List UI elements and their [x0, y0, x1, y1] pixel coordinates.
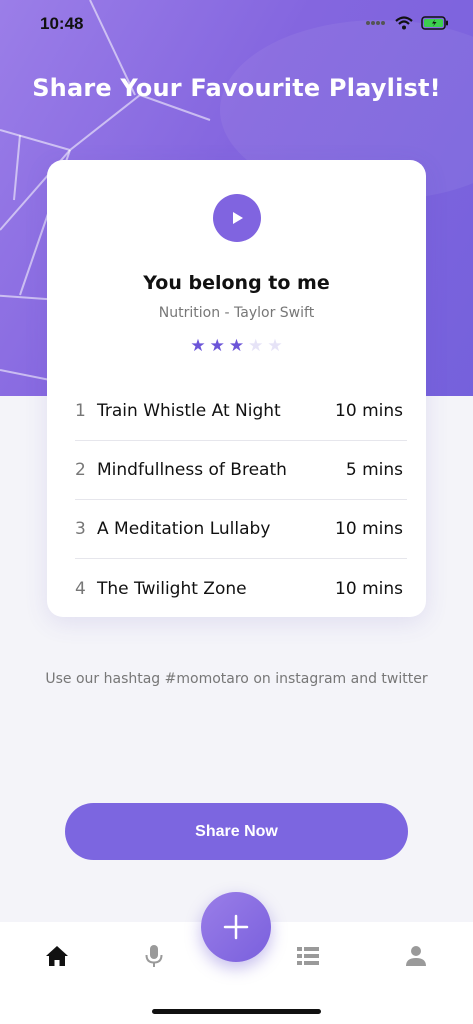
status-bar: 10:48 [0, 0, 473, 50]
playlist-card: You belong to me Nutrition - Taylor Swif… [47, 160, 426, 617]
tab-record[interactable] [140, 942, 168, 970]
track-name: Mindfullness of Breath [97, 460, 287, 480]
profile-icon [406, 946, 426, 966]
star-filled-icon[interactable]: ★ [229, 338, 244, 355]
status-icons [365, 16, 449, 30]
hashtag-note: Use our hashtag #momotaro on instagram a… [45, 671, 428, 687]
track-duration: 10 mins [335, 578, 403, 599]
status-time: 10:48 [40, 14, 84, 33]
track-number: 2 [75, 460, 86, 480]
song-subtitle: Nutrition - Taylor Swift [158, 305, 315, 321]
tab-home[interactable] [43, 942, 71, 970]
track-number: 4 [75, 578, 86, 599]
wifi-icon [395, 16, 413, 30]
add-button[interactable] [201, 892, 271, 962]
track-row[interactable]: 2 Mindfullness of Breath 5 mins [75, 441, 407, 500]
play-button[interactable] [213, 194, 261, 242]
list-icon [297, 947, 319, 965]
star-empty-icon[interactable]: ★ [267, 338, 282, 355]
home-icon [46, 946, 68, 966]
track-name: Train Whistle At Night [97, 401, 281, 421]
star-filled-icon[interactable]: ★ [210, 338, 225, 355]
tab-profile[interactable] [402, 942, 430, 970]
track-duration: 5 mins [345, 460, 403, 480]
rating-stars[interactable]: ★ ★ ★ ★ ★ [47, 338, 426, 355]
track-duration: 10 mins [335, 401, 403, 421]
plus-icon [223, 914, 249, 940]
track-number: 3 [75, 519, 86, 539]
track-row[interactable]: 3 A Meditation Lullaby 10 mins [75, 500, 407, 559]
home-indicator[interactable] [152, 1009, 321, 1014]
track-number: 1 [75, 401, 86, 421]
star-empty-icon[interactable]: ★ [248, 338, 263, 355]
tab-playlists[interactable] [294, 942, 322, 970]
track-name: A Meditation Lullaby [97, 519, 271, 539]
track-name: The Twilight Zone [97, 578, 247, 599]
battery-icon [421, 16, 448, 30]
star-filled-icon[interactable]: ★ [190, 338, 205, 355]
song-title: You belong to me [143, 272, 330, 294]
page-title: Share Your Favourite Playlist! [32, 74, 441, 102]
microphone-icon [145, 945, 163, 967]
track-list: 1 Train Whistle At Night 10 mins 2 Mindf… [75, 382, 407, 618]
signal-dots-icon [366, 21, 385, 25]
track-duration: 10 mins [335, 519, 403, 539]
play-icon [233, 212, 243, 224]
track-row[interactable]: 4 The Twilight Zone 10 mins [75, 559, 407, 618]
share-now-button[interactable]: Share Now [65, 803, 408, 860]
track-row[interactable]: 1 Train Whistle At Night 10 mins [75, 382, 407, 441]
